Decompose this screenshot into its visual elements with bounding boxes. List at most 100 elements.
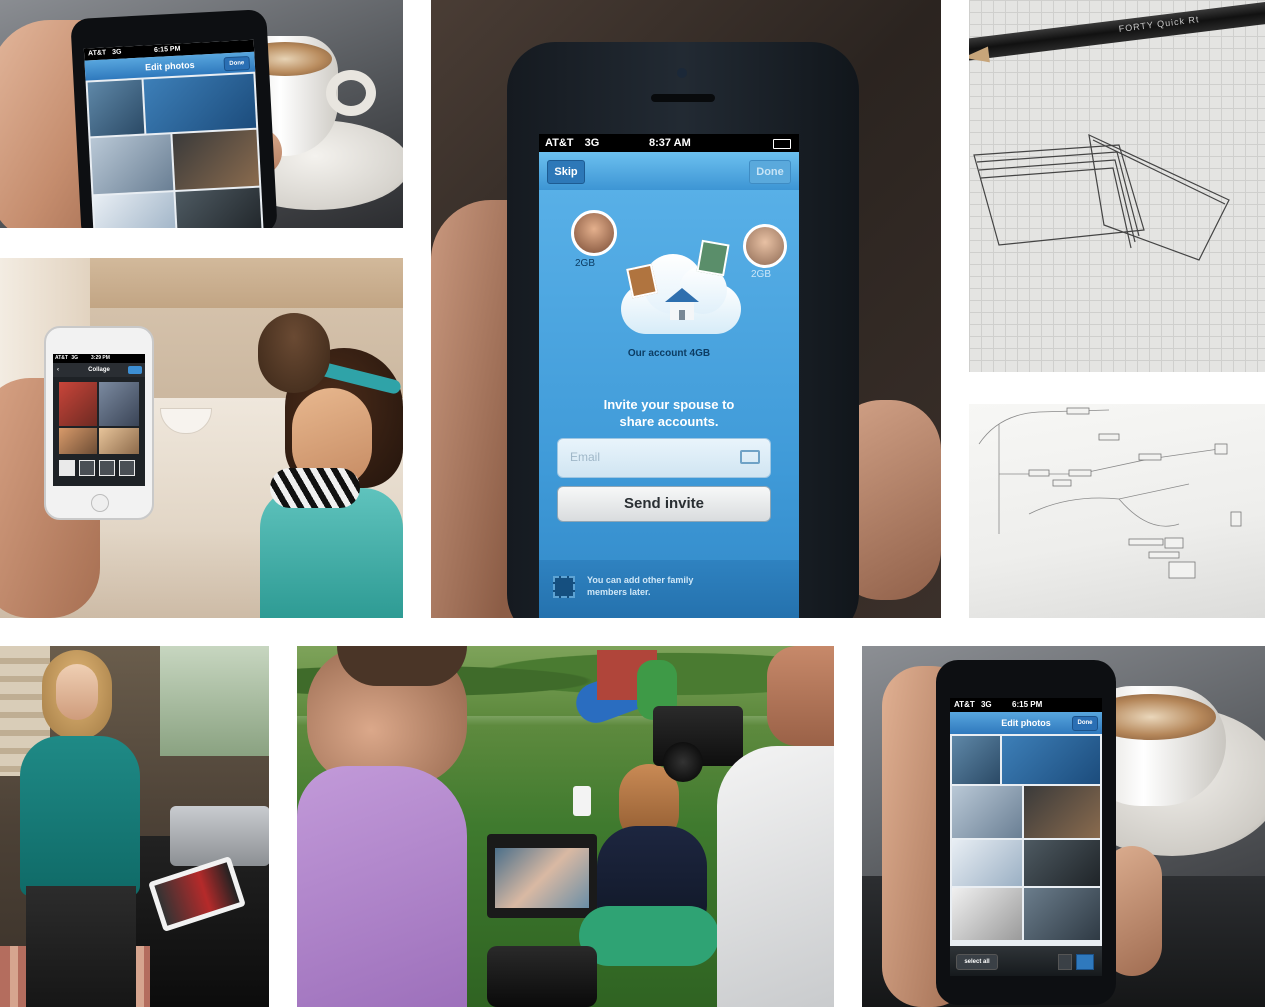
bottom-toolbar: select all — [950, 946, 1102, 976]
nav-bar: ‹ Collage — [53, 363, 145, 377]
share-icon[interactable] — [1076, 954, 1094, 970]
window — [160, 646, 269, 756]
network: 3G — [980, 700, 992, 709]
photo-tile[interactable] — [952, 840, 1022, 886]
collage-photo[interactable] — [99, 382, 139, 426]
woman-skirt — [26, 886, 136, 1007]
carrier: AT&T — [545, 137, 574, 149]
photo-tile[interactable] — [1024, 840, 1100, 886]
photo-tile[interactable] — [172, 129, 260, 191]
pencil-tip — [969, 46, 990, 66]
right-user-quota: 2GB — [751, 269, 772, 280]
photo-tile[interactable] — [87, 79, 145, 137]
woman-face — [56, 664, 98, 720]
home-button[interactable] — [91, 494, 109, 512]
photo-tile[interactable] — [952, 888, 1022, 940]
stamp-icon — [553, 576, 575, 598]
photo-park-film-shoot — [297, 646, 834, 1007]
skip-button[interactable]: Skip — [547, 160, 585, 184]
status-bar: AT&T 3G 3:29 PM — [53, 354, 145, 363]
left-user-quota: 2GB — [575, 258, 596, 269]
nav-bar: Skip Done — [539, 152, 799, 190]
monitor-screen — [495, 848, 589, 908]
clock: 3:29 PM — [91, 355, 110, 361]
camera-bottom — [487, 946, 597, 1007]
email-field[interactable]: Email — [557, 438, 771, 478]
done-button[interactable]: Done — [1072, 716, 1098, 731]
done-button[interactable]: Done — [223, 55, 251, 72]
network: 3G — [112, 48, 122, 57]
nav-bar: Edit photos Done — [950, 712, 1102, 734]
collage-photo[interactable] — [59, 428, 97, 454]
woman-skirt — [579, 906, 719, 966]
phone-screen: AT&T 3G 6:15 PM Edit photos Done select … — [950, 698, 1102, 976]
cabinets — [90, 258, 403, 308]
field-monitor — [487, 834, 597, 918]
sketch-drawing — [973, 133, 1230, 261]
battery-icon — [773, 139, 791, 149]
photo-tile[interactable] — [952, 736, 1000, 784]
man-right-head — [767, 646, 834, 746]
zebra-scarf — [270, 468, 360, 508]
layout-option[interactable] — [99, 460, 115, 476]
photo-tile[interactable] — [175, 187, 262, 228]
next-icon[interactable] — [128, 366, 142, 374]
collage-photo[interactable] — [99, 428, 139, 454]
phone-screen: AT&T 3G 6:15 PM Edit photos Done — [83, 39, 265, 228]
invite-heading-line1: Invite your spouse to — [603, 397, 735, 412]
purple-shirt — [297, 766, 467, 1007]
status-bar: AT&T 3G 6:15 PM — [950, 698, 1102, 712]
photo-card-right — [696, 239, 730, 277]
photo-tile[interactable] — [1002, 736, 1100, 784]
right-user-avatar — [743, 224, 787, 268]
photo-tile[interactable] — [93, 192, 177, 228]
flow-chart-drawing — [978, 407, 1242, 579]
status-bar: AT&T 3G 8:37 AM — [539, 134, 799, 152]
earpiece — [651, 94, 715, 102]
white-iphone: AT&T 3G 3:29 PM ‹ Collage — [44, 326, 154, 520]
phone-screen: AT&T 3G 3:29 PM ‹ Collage — [53, 354, 145, 486]
collage-photo[interactable] — [59, 382, 97, 426]
footer-note-line2: members later. — [587, 587, 651, 597]
layout-option[interactable] — [79, 460, 95, 476]
iphone: AT&T 3G 6:15 PM Edit photos Done select … — [936, 660, 1116, 1005]
nav-title: Edit photos — [1001, 718, 1051, 728]
carrier: AT&T — [954, 700, 975, 709]
boy-head — [258, 313, 330, 393]
trash-icon[interactable] — [1058, 954, 1072, 970]
nav-title: Collage — [88, 367, 110, 373]
contacts-book-icon[interactable] — [740, 450, 760, 464]
back-icon[interactable]: ‹ — [57, 363, 59, 377]
photo-tile[interactable] — [1024, 786, 1100, 838]
photo-tile[interactable] — [1024, 888, 1100, 940]
camera-lens — [663, 742, 703, 782]
photo-sketch-grid-paper: FORTY Quick Rt — [969, 0, 1265, 372]
left-user-avatar — [571, 210, 617, 256]
photo-woman-tablet — [0, 646, 269, 1007]
layout-option[interactable] — [59, 460, 75, 476]
clock: 8:37 AM — [649, 137, 691, 149]
done-button[interactable]: Done — [749, 160, 791, 184]
pencil: FORTY Quick Rt — [969, 0, 1265, 62]
phone-screen: AT&T 3G 8:37 AM Skip Done 2GB 2GB Our ac… — [539, 134, 799, 618]
photo-phone-coffee-top: AT&T 3G 6:15 PM Edit photos Done — [0, 0, 403, 228]
front-camera — [677, 68, 687, 78]
photo-kitchen-kids: AT&T 3G 3:29 PM ‹ Collage — [0, 258, 403, 618]
photo-tile[interactable] — [952, 786, 1022, 838]
house-icon — [665, 288, 699, 320]
layout-option[interactable] — [119, 460, 135, 476]
photo-tile[interactable] — [90, 134, 174, 195]
footer-note: You can add other family members later. — [587, 574, 693, 598]
select-all-button[interactable]: select all — [956, 954, 998, 970]
woman-top — [20, 736, 140, 896]
photo-invite-phone: AT&T 3G 8:37 AM Skip Done 2GB 2GB Our ac… — [431, 0, 941, 618]
network: 3G — [71, 355, 79, 361]
invite-heading: Invite your spouse to share accounts. — [539, 396, 799, 430]
man-left-hair — [337, 646, 467, 686]
photo-tile[interactable] — [143, 73, 257, 134]
nav-title: Edit photos — [144, 59, 195, 73]
send-invite-button[interactable]: Send invite — [557, 486, 771, 522]
sink — [170, 806, 269, 866]
invite-heading-line2: share accounts. — [619, 414, 719, 429]
footer-bar: You can add other family members later. — [539, 560, 799, 618]
